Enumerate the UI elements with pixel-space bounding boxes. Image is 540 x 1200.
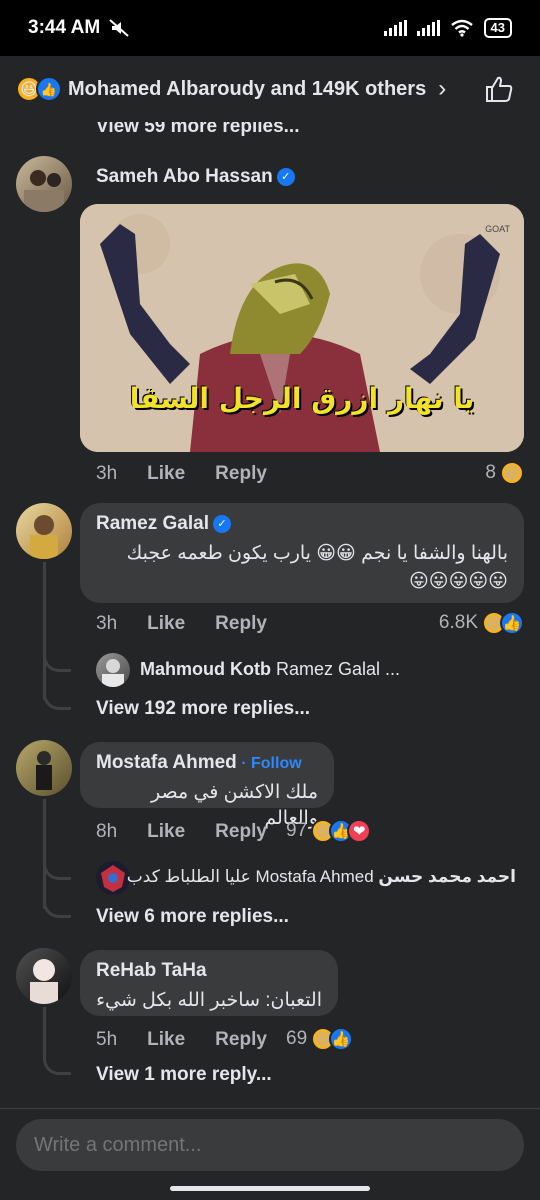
avatar-photo: [101, 865, 125, 892]
reaction-count-value: 6.8K: [438, 612, 478, 633]
avatar[interactable]: [16, 740, 72, 796]
thread-connector: [43, 858, 71, 880]
status-time: 3:44 AM: [28, 17, 101, 38]
view-more-replies[interactable]: View 6 more replies...: [96, 906, 289, 928]
status-right: 43: [383, 18, 512, 38]
chevron-right-icon: ›: [438, 75, 447, 102]
signal-icon-2: [416, 20, 440, 36]
thread-line: [43, 799, 46, 909]
reply-text: Ramez Galal ...: [276, 659, 401, 679]
comment-actions: 8h Like Reply: [96, 821, 267, 843]
like-reaction-icon: 👍: [500, 611, 524, 635]
comment-text: التعبان: ساخبر الله بكل شيء: [96, 990, 322, 1011]
comment-author-row: Sameh Abo Hassan ✓: [96, 166, 295, 188]
like-button[interactable]: Like: [147, 821, 185, 843]
comment-bubble[interactable]: Ramez Galal ✓ بالهنا والشفا يا نجم 😀😀 يار…: [80, 503, 524, 603]
follow-button[interactable]: Follow: [251, 755, 302, 772]
like-button[interactable]: Like: [147, 1029, 185, 1051]
reply-author[interactable]: احمد محمد حسن: [378, 867, 516, 886]
reply-preview[interactable]: Mahmoud Kotb Ramez Galal ...: [140, 659, 400, 680]
reaction-count[interactable]: 69 😆 👍: [286, 1027, 354, 1051]
comment-text: بالهنا والشفا يا نجم 😀😀 يارب يكون طعمه ع…: [126, 543, 508, 564]
reply-button[interactable]: Reply: [215, 821, 267, 843]
comment-author[interactable]: ReHab TaHa: [96, 960, 207, 981]
reply-button[interactable]: Reply: [215, 1029, 267, 1051]
battery-icon: 43: [483, 18, 512, 38]
reaction-count[interactable]: 97 😆 👍 ❤: [286, 819, 372, 843]
thread-line: [43, 562, 46, 700]
view-more-replies[interactable]: View 192 more replies...: [96, 698, 310, 720]
avatar-photo: [36, 751, 52, 790]
avatar[interactable]: [16, 503, 72, 559]
thread-line: [43, 1007, 46, 1057]
reactions-header[interactable]: 😆 👍 Mohamed Albaroudy and 149K others ›: [0, 56, 540, 122]
status-left: 3:44 AM: [28, 17, 130, 39]
reply-preview[interactable]: احمد محمد حسن Mostafa Ahmed عليا الطلباط…: [127, 867, 516, 887]
like-thumb-button[interactable]: [484, 74, 514, 104]
verified-badge-icon: ✓: [276, 167, 295, 186]
comment-time: 5h: [96, 1029, 118, 1050]
like-button[interactable]: Like: [147, 613, 185, 635]
comment-author[interactable]: Mostafa Ahmed: [96, 752, 237, 773]
reaction-icons: 😆 👍: [16, 76, 62, 102]
comment-actions: 5h Like Reply: [96, 1029, 267, 1051]
like-reaction-icon: 👍: [36, 76, 62, 102]
avatar-photo: [24, 170, 64, 212]
meme-caption: يا نهار ازرق الرجل السقا: [129, 382, 475, 415]
image-watermark: GOAT: [485, 224, 510, 234]
like-button[interactable]: Like: [147, 463, 185, 485]
reaction-count-value: 8: [485, 462, 496, 483]
comment-bubble[interactable]: ReHab TaHa التعبان: ساخبر الله بكل شيء: [80, 950, 338, 1016]
avatar[interactable]: [16, 156, 72, 212]
thread-connector: [43, 690, 71, 710]
comment-author[interactable]: Ramez Galal: [96, 513, 209, 534]
mute-icon: [109, 19, 129, 37]
wifi-icon: [450, 19, 473, 37]
haha-reaction-icon: 😆: [500, 461, 524, 485]
avatar[interactable]: [16, 948, 72, 1004]
reply-avatar[interactable]: [96, 861, 130, 895]
reply-avatar[interactable]: [96, 653, 130, 687]
comment-actions: 3h Like Reply: [96, 613, 267, 635]
avatar-photo: [30, 515, 58, 559]
home-indicator[interactable]: [170, 1186, 370, 1191]
comment-time: 3h: [96, 463, 118, 484]
reaction-count-value: 69: [286, 1028, 308, 1049]
follow-separator: ·: [241, 755, 247, 772]
comment-time: 3h: [96, 613, 118, 634]
reply-button[interactable]: Reply: [215, 463, 267, 485]
status-bar: 3:44 AM 43: [0, 0, 540, 56]
view-more-replies[interactable]: View 1 more reply...: [96, 1064, 272, 1086]
reactors-summary[interactable]: Mohamed Albaroudy and 149K others: [68, 78, 426, 101]
thread-connector: [43, 1053, 71, 1075]
reply-text: Mostafa Ahmed عليا الطلباط كدب: [126, 867, 374, 886]
comment-emoji-line: 😛😛😛😛😛: [408, 571, 508, 592]
signal-icon: [383, 20, 407, 36]
reaction-count[interactable]: 8 😆: [485, 461, 524, 485]
reaction-count[interactable]: 6.8K 😆 👍: [439, 611, 524, 635]
reply-button[interactable]: Reply: [215, 613, 267, 635]
comment-input[interactable]: [16, 1119, 524, 1171]
comment-time: 8h: [96, 821, 118, 842]
reply-author[interactable]: Mahmoud Kotb: [140, 659, 271, 679]
reaction-count-value: 97: [286, 820, 308, 841]
like-reaction-icon: 👍: [329, 1027, 354, 1051]
avatar-photo: [30, 959, 58, 1004]
comment-author[interactable]: Sameh Abo Hassan: [96, 166, 273, 187]
thread-connector: [43, 650, 71, 672]
comment-image[interactable]: يا نهار ازرق الرجل السقا GOAT: [80, 204, 524, 452]
comment-bubble[interactable]: Mostafa Ahmed · Follow ملك الاكشن في مصر…: [80, 742, 334, 829]
verified-badge-icon: ✓: [213, 514, 231, 533]
avatar-photo: [102, 659, 124, 687]
love-reaction-icon: ❤: [347, 819, 372, 843]
thread-connector: [43, 898, 71, 918]
comment-actions: 3h Like Reply: [96, 463, 267, 485]
